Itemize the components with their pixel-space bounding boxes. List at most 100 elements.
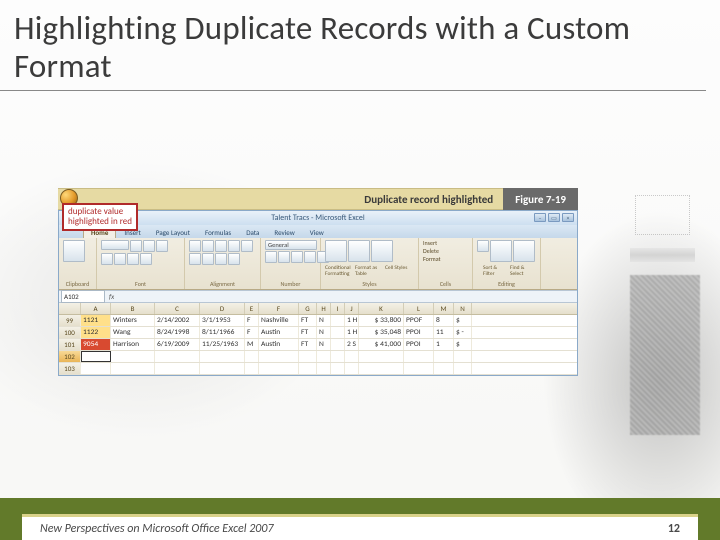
col-head[interactable]: M [434,303,454,314]
col-head[interactable]: A [81,303,111,314]
cell[interactable]: 6/19/2009 [155,339,200,350]
comma-icon[interactable] [291,251,303,263]
cell[interactable] [299,363,317,374]
cell[interactable]: Harrison [111,339,155,350]
row-header[interactable]: 102 [59,351,81,362]
cell[interactable] [317,363,331,374]
cell[interactable]: 11 [434,327,454,338]
maximize-icon[interactable]: ▭ [548,213,560,222]
cell[interactable]: 8/11/1966 [200,327,245,338]
cell[interactable] [81,351,111,362]
align-left-icon[interactable] [241,240,253,252]
cell[interactable]: $ 41,000 [359,339,404,350]
cell[interactable]: $ - [454,327,472,338]
autosum-icon[interactable] [477,240,489,252]
border-icon[interactable] [114,253,126,265]
row-header[interactable]: 103 [59,363,81,374]
cell[interactable] [259,351,299,362]
col-head[interactable]: K [359,303,404,314]
currency-icon[interactable] [265,251,277,263]
align-right-icon[interactable] [202,253,214,265]
cell[interactable]: FT [299,327,317,338]
cell[interactable]: F [245,315,259,326]
cell[interactable] [359,351,404,362]
table-row[interactable]: 102 [59,351,577,363]
cell[interactable]: 1121 [81,315,111,326]
col-head[interactable]: C [155,303,200,314]
cell[interactable]: N [317,327,331,338]
conditional-formatting-button[interactable] [325,240,347,262]
tab-view[interactable]: View [303,226,331,238]
format-button[interactable]: Format [423,256,468,264]
cell[interactable] [155,351,200,362]
col-head[interactable]: G [299,303,317,314]
cell[interactable]: 2/14/2002 [155,315,200,326]
close-icon[interactable]: × [562,213,574,222]
col-head[interactable]: I [331,303,345,314]
cell[interactable]: 1 H [345,327,359,338]
col-head[interactable]: B [111,303,155,314]
cell[interactable]: 8 [434,315,454,326]
cell[interactable] [245,363,259,374]
cell[interactable] [81,363,111,374]
row-header[interactable]: 100 [59,327,81,338]
worksheet-grid[interactable]: A B C D E F G H I J K L M N 991121Winter… [59,303,577,375]
cell[interactable]: $ 35,048 [359,327,404,338]
tab-page-layout[interactable]: Page Layout [149,226,197,238]
table-row[interactable]: 991121Winters2/14/20023/1/1953FNashville… [59,315,577,327]
cell[interactable]: Austin [259,339,299,350]
align-center-icon[interactable] [189,253,201,265]
cell[interactable] [111,351,155,362]
cell[interactable] [299,351,317,362]
cell[interactable] [331,363,345,374]
find-select-button[interactable] [513,240,535,262]
cell[interactable] [434,351,454,362]
cell[interactable] [345,363,359,374]
cell[interactable] [111,363,155,374]
cell[interactable] [317,351,331,362]
percent-icon[interactable] [278,251,290,263]
cell[interactable]: Wang [111,327,155,338]
merge-icon[interactable] [228,253,240,265]
cell[interactable] [404,363,434,374]
col-head[interactable]: F [259,303,299,314]
cell[interactable]: 9054 [81,339,111,350]
cell[interactable]: $ 33,800 [359,315,404,326]
cell[interactable]: F [245,327,259,338]
cell[interactable] [155,363,200,374]
font-color-icon[interactable] [140,253,152,265]
cell[interactable] [200,351,245,362]
cell[interactable]: FT [299,315,317,326]
align-top-icon[interactable] [189,240,201,252]
col-head[interactable]: L [404,303,434,314]
cell[interactable]: Nashville [259,315,299,326]
cell[interactable]: $ [454,339,472,350]
cell[interactable]: Winters [111,315,155,326]
bold-icon[interactable] [143,240,155,252]
cell[interactable]: 8/24/1998 [155,327,200,338]
align-middle-icon[interactable] [202,240,214,252]
cell[interactable]: N [317,315,331,326]
name-box[interactable]: A102 [61,290,105,303]
italic-icon[interactable] [156,240,168,252]
minimize-icon[interactable]: – [534,213,546,222]
cell[interactable] [245,351,259,362]
underline-icon[interactable] [101,253,113,265]
col-head[interactable]: E [245,303,259,314]
cell[interactable]: 1 [434,339,454,350]
column-headers[interactable]: A B C D E F G H I J K L M N [59,303,577,315]
cell[interactable] [331,351,345,362]
cell[interactable]: Austin [259,327,299,338]
table-row[interactable]: 103 [59,363,577,375]
cell-styles-button[interactable] [371,240,393,262]
cell[interactable]: 2 S [345,339,359,350]
col-head[interactable]: N [454,303,472,314]
tab-data[interactable]: Data [239,226,266,238]
col-head[interactable]: D [200,303,245,314]
cell[interactable] [345,351,359,362]
align-bottom-icon[interactable] [215,240,227,252]
cell[interactable]: 1 H [345,315,359,326]
row-header[interactable]: 99 [59,315,81,326]
col-head[interactable]: J [345,303,359,314]
cell[interactable] [404,351,434,362]
